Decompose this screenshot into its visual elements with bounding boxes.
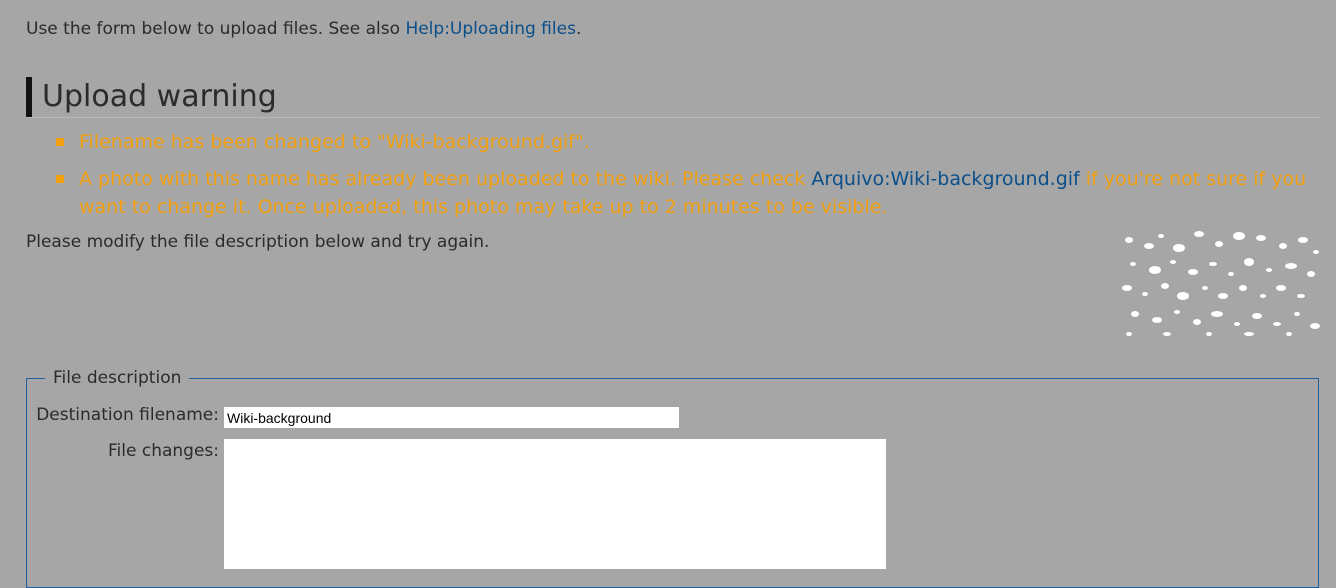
bullet-icon bbox=[56, 175, 64, 183]
heading-accent-bar bbox=[26, 77, 32, 117]
bullet-icon bbox=[56, 138, 64, 146]
file-description-legend: File description bbox=[53, 368, 182, 388]
list-item: A photo with this name has already been … bbox=[56, 165, 1316, 221]
page-title: Upload warning bbox=[42, 79, 277, 114]
file-changes-textarea[interactable] bbox=[224, 439, 886, 569]
upload-warning-heading: Upload warning bbox=[26, 77, 1320, 118]
warning-text: Filename has been changed to "Wiki-backg… bbox=[79, 131, 590, 153]
warning-text: A photo with this name has already been … bbox=[79, 168, 812, 190]
help-uploading-files-link[interactable]: Help:Uploading files bbox=[405, 19, 576, 39]
file-thumbnail-image[interactable] bbox=[1121, 226, 1321, 340]
file-changes-label: File changes: bbox=[108, 441, 219, 461]
intro-suffix: . bbox=[575, 19, 582, 39]
intro-text-label: Use the form below to upload files. See … bbox=[26, 19, 406, 39]
warning-list: Filename has been changed to "Wiki-backg… bbox=[56, 128, 1316, 230]
intro-text: Use the form below to upload files. See … bbox=[26, 19, 581, 39]
list-item: Filename has been changed to "Wiki-backg… bbox=[56, 128, 1316, 156]
retry-instructions: Please modify the file description below… bbox=[26, 232, 490, 252]
destination-filename-input[interactable] bbox=[224, 407, 679, 428]
destination-filename-label: Destination filename: bbox=[36, 405, 219, 425]
existing-file-link[interactable]: Arquivo:Wiki-background.gif bbox=[811, 168, 1079, 190]
